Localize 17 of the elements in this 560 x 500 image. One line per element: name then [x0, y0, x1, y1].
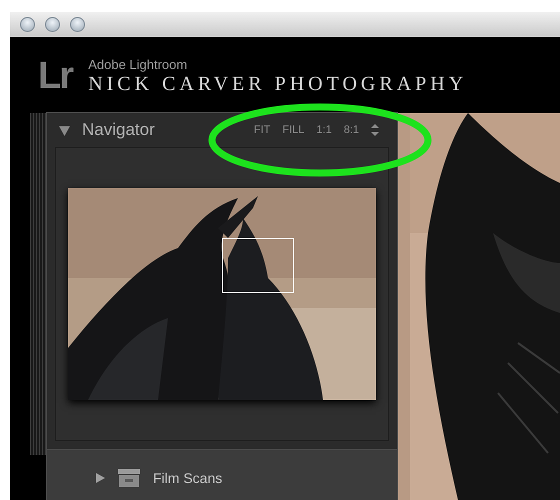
- app-logo: Lr: [38, 57, 72, 95]
- zoom-option[interactable]: FILL: [282, 122, 304, 138]
- collection-set-icon: [117, 469, 141, 487]
- zoom-option[interactable]: 8:1: [344, 122, 359, 138]
- app-name: Adobe Lightroom: [88, 57, 188, 72]
- viewport-frame[interactable]: [222, 238, 294, 293]
- up-down-arrows-icon[interactable]: [371, 124, 379, 136]
- disclosure-triangle-icon[interactable]: [95, 473, 105, 483]
- close-button[interactable]: [20, 17, 35, 32]
- collection-name[interactable]: Film Scans: [153, 468, 222, 488]
- minimize-button[interactable]: [45, 17, 60, 32]
- studio-name: NICK CARVER PHOTOGRAPHY: [88, 72, 468, 96]
- zoom-option[interactable]: FIT: [254, 122, 270, 138]
- zoom-option[interactable]: 1:1: [316, 122, 332, 138]
- panel-title: Navigator: [82, 119, 155, 142]
- disclosure-triangle-icon[interactable]: [59, 124, 70, 136]
- zoom-button[interactable]: [70, 17, 85, 32]
